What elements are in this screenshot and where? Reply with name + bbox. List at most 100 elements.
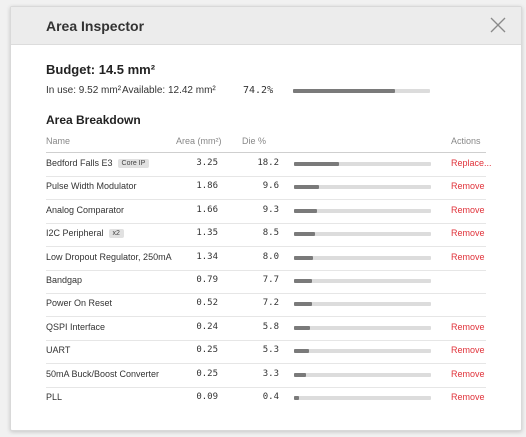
remove-button[interactable]: Remove <box>451 181 485 191</box>
remove-button[interactable]: Remove <box>451 228 485 238</box>
row-name-text: Power On Reset <box>46 298 113 309</box>
row-area: 0.79 <box>196 275 218 285</box>
row-die-bar-fill <box>294 208 318 213</box>
row-die-bar-fill <box>294 162 340 166</box>
column-header-name: Name <box>46 136 71 146</box>
row-name-text: QSPI Interface <box>46 321 106 332</box>
row-name-text: PLL <box>46 392 63 402</box>
row-die-percent: 0.4 <box>262 392 279 402</box>
budget-label: Budget: 14.5 mm² <box>46 62 156 77</box>
row-name-text: Pulse Width Modulator <box>46 181 137 192</box>
column-header-area: Area (mm²) <box>176 136 222 146</box>
row-die-bar-fill <box>294 302 312 307</box>
remove-button[interactable]: Remove <box>451 392 485 402</box>
row-name: Pulse Width Modulator <box>46 181 137 191</box>
row-die-bar <box>294 208 431 213</box>
table-row: I2C Peripheral x2 1.35 8.5 Remove <box>46 223 486 248</box>
row-die-bar-fill <box>294 255 314 260</box>
row-name: Bandgap <box>46 275 82 285</box>
row-name: QSPI Interface <box>46 322 105 332</box>
row-die-percent: 18.2 <box>257 158 279 168</box>
row-name: Power On Reset <box>46 298 112 308</box>
table-row: QSPI Interface 0.24 5.8 Remove <box>46 317 486 341</box>
column-header-die: Die % <box>242 136 267 146</box>
table-row: Low Dropout Regulator, 250mA 1.34 8.0 Remov… <box>46 247 486 271</box>
row-die-bar-fill <box>294 396 300 400</box>
row-die-bar-fill <box>294 349 310 354</box>
row-die-percent: 3.3 <box>262 368 279 379</box>
close-icon[interactable] <box>489 16 507 34</box>
row-name-text: Low Dropout Regulator, 250mA <box>46 251 172 262</box>
budget-usage-bar-fill <box>293 89 395 93</box>
row-area: 0.52 <box>196 298 218 309</box>
row-name-text: Analog Comparator <box>46 204 125 215</box>
row-die-bar-fill <box>294 325 311 330</box>
row-name: Low Dropout Regulator, 250mA <box>46 252 172 262</box>
row-area: 0.09 <box>196 392 218 402</box>
row-die-bar-fill <box>294 279 312 283</box>
row-badge: x2 <box>108 229 124 239</box>
row-name-text: Bedford Falls E3 <box>46 158 113 168</box>
row-die-percent: 9.3 <box>262 204 279 215</box>
row-die-bar-fill <box>294 372 307 377</box>
remove-button[interactable]: Remove <box>451 252 485 262</box>
row-die-bar <box>294 255 431 260</box>
remove-button[interactable]: Remove <box>451 322 485 332</box>
row-name: I2C Peripheral x2 <box>46 228 124 239</box>
column-header-actions: Actions <box>451 136 481 146</box>
dialog-title: Area Inspector <box>46 18 145 34</box>
table-row: Pulse Width Modulator 1.86 9.6 Remove <box>46 176 486 201</box>
row-name: PLL <box>46 392 62 402</box>
area-inspector-dialog: Area Inspector Budget: 14.5 mm² In use: … <box>10 6 522 431</box>
row-die-percent: 5.8 <box>262 321 279 332</box>
in-use-value: In use: 9.52 mm² <box>46 85 122 96</box>
row-area: 1.34 <box>196 251 218 262</box>
area-breakdown-title: Area Breakdown <box>46 113 141 127</box>
row-die-percent: 8.5 <box>262 228 279 239</box>
row-die-percent: 7.2 <box>262 298 279 309</box>
row-badge: Core IP <box>117 159 150 168</box>
row-die-bar <box>294 232 431 237</box>
usage-percent: 74.2% <box>243 85 274 96</box>
row-die-bar <box>294 372 431 377</box>
dialog-titlebar: Area Inspector <box>11 7 521 45</box>
row-area: 0.24 <box>196 321 218 332</box>
table-row: Analog Comparator 1.66 9.3 Remove <box>46 200 486 224</box>
table-row: UART 0.25 5.3 Remove <box>46 340 486 365</box>
table-row: Bandgap 0.79 7.7 <box>46 270 486 294</box>
budget-usage-bar <box>293 89 430 93</box>
row-area: 0.25 <box>196 345 218 356</box>
row-die-percent: 8.0 <box>262 251 279 262</box>
row-name-text: I2C Peripheral <box>46 228 104 239</box>
row-area: 1.35 <box>196 228 218 239</box>
row-area: 3.25 <box>196 158 218 168</box>
row-die-bar <box>294 349 431 354</box>
row-die-bar-fill <box>294 232 315 237</box>
table-row: Bedford Falls E3 Core IP 3.25 18.2 Replace..… <box>46 153 492 177</box>
row-die-percent: 9.6 <box>262 181 279 192</box>
row-area: 1.66 <box>196 204 218 215</box>
row-die-bar <box>294 396 431 400</box>
row-die-bar <box>294 325 431 330</box>
row-area: 1.86 <box>196 181 218 192</box>
row-name: 50mA Buck/Boost Converter <box>46 369 159 379</box>
remove-button[interactable]: Remove <box>451 205 485 215</box>
row-die-percent: 7.7 <box>262 275 279 285</box>
table-row: PLL 0.09 0.4 Remove <box>46 387 486 410</box>
row-name-text: UART <box>46 345 71 356</box>
row-die-bar <box>294 302 431 307</box>
row-die-bar-fill <box>294 185 319 190</box>
row-die-bar <box>294 185 431 190</box>
remove-button[interactable]: Remove <box>451 369 485 379</box>
available-value: Available: 12.42 mm² <box>122 85 216 96</box>
row-name-text: Bandgap <box>46 275 83 285</box>
remove-button[interactable]: Remove <box>451 345 485 355</box>
table-row: 50mA Buck/Boost Converter 0.25 3.3 Remove <box>46 364 486 388</box>
table-row: Power On Reset 0.52 7.2 <box>46 293 486 318</box>
row-die-bar <box>294 162 431 166</box>
replace-button[interactable]: Replace... <box>451 158 492 168</box>
row-name: Analog Comparator <box>46 205 124 215</box>
row-die-bar <box>294 279 431 283</box>
row-area: 0.25 <box>196 368 218 379</box>
row-die-percent: 5.3 <box>262 345 279 356</box>
